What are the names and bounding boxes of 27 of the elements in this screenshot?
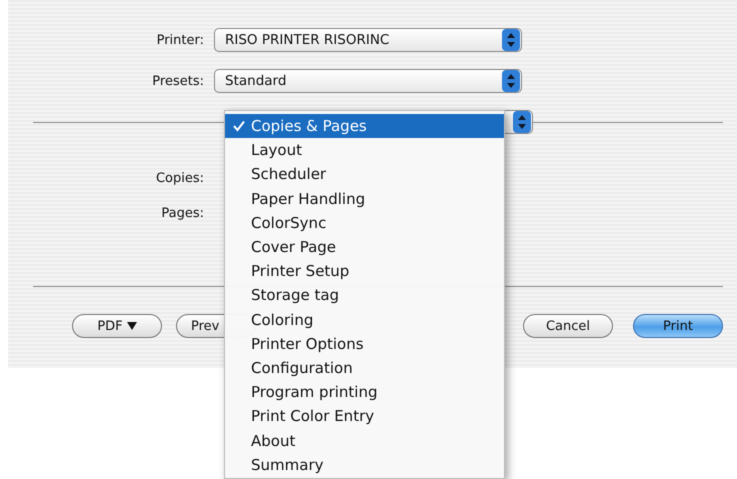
menu-item[interactable]: Cover Page bbox=[225, 234, 504, 260]
triangle-icon bbox=[126, 322, 137, 330]
pages-label: Pages: bbox=[160, 206, 205, 220]
presets-label: Presets: bbox=[151, 74, 205, 88]
menu-item[interactable]: Layout bbox=[225, 138, 504, 162]
menu-item[interactable]: Print Color Entry bbox=[225, 404, 504, 428]
menu-item[interactable]: Scheduler bbox=[225, 162, 504, 187]
menu-item[interactable]: Configuration bbox=[225, 356, 504, 380]
stepper-icon bbox=[502, 70, 520, 92]
menu-item[interactable]: Storage tag bbox=[225, 283, 504, 308]
menu-item[interactable]: Copies & Pages bbox=[225, 114, 504, 138]
menu-item[interactable]: Summary bbox=[225, 452, 504, 477]
menu-item[interactable]: ColorSync bbox=[225, 210, 504, 235]
menu-item[interactable]: About bbox=[225, 428, 504, 453]
menu-item[interactable]: Program printing bbox=[225, 380, 504, 404]
menu-item[interactable]: Paper Handling bbox=[225, 186, 504, 211]
stepper-icon bbox=[502, 29, 520, 51]
stepper-icon bbox=[513, 111, 531, 133]
checkmark-icon bbox=[233, 120, 245, 132]
copies-label: Copies: bbox=[154, 170, 205, 186]
pdf-menu-button[interactable]: PDF bbox=[72, 314, 162, 338]
printer-popup[interactable]: RISO PRINTER RISORINC bbox=[214, 28, 522, 52]
menu-item[interactable]: Printer Setup bbox=[225, 259, 504, 284]
dialog-button[interactable]: Cancel bbox=[523, 314, 613, 338]
dialog-button[interactable]: Print bbox=[633, 314, 723, 338]
presets-popup[interactable]: Standard bbox=[214, 69, 522, 93]
printer-label: Printer: bbox=[156, 32, 205, 48]
